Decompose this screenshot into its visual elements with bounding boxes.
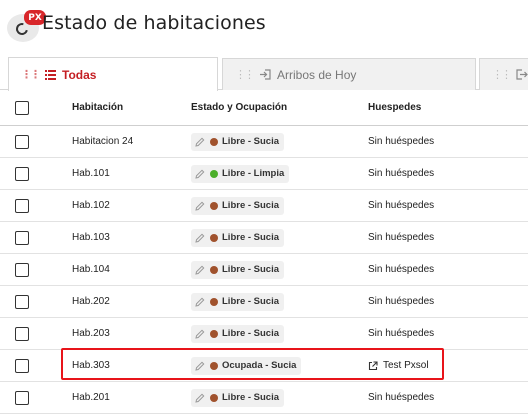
tab-checkout[interactable]: ⋮⋮ Ch <box>479 58 528 90</box>
table-row[interactable]: Habitacion 24 Libre - Sucia Sin huéspedes <box>0 126 528 158</box>
pencil-icon <box>195 329 205 339</box>
room-status-label: Libre - Sucia <box>222 200 280 211</box>
column-header-room[interactable]: Habitación <box>72 90 123 125</box>
room-name: Hab.201 <box>72 392 110 403</box>
table-header: Habitación Estado y Ocupación Huespedes <box>0 90 528 126</box>
pencil-icon <box>195 137 205 147</box>
pencil-icon <box>195 265 205 275</box>
room-status-label: Libre - Sucia <box>222 296 280 307</box>
table-row[interactable]: Hab.101 Libre - Limpia Sin huéspedes <box>0 158 528 190</box>
room-name: Hab.202 <box>72 296 110 307</box>
room-status-badge[interactable]: Libre - Sucia <box>191 132 285 151</box>
drag-handle-icon[interactable]: ⋮⋮ <box>21 68 41 81</box>
status-dot-icon <box>210 361 218 370</box>
room-status-badge[interactable]: Libre - Sucia <box>191 260 285 279</box>
guest-label: Sin huéspedes <box>368 136 435 147</box>
row-checkbox[interactable] <box>15 262 29 277</box>
room-status-badge[interactable]: Libre - Sucia <box>191 196 285 215</box>
guest-label: Sin huéspedes <box>368 200 435 211</box>
room-name: Hab.303 <box>72 360 110 371</box>
room-name: Hab.104 <box>72 264 110 275</box>
status-dot-icon <box>210 137 218 146</box>
room-name: Hab.102 <box>72 200 110 211</box>
page-title: Estado de habitaciones <box>42 12 266 34</box>
row-checkbox[interactable] <box>15 134 29 149</box>
row-checkbox[interactable] <box>15 166 29 181</box>
row-checkbox[interactable] <box>15 294 29 309</box>
table-row[interactable]: Hab.102 Libre - Sucia Sin huéspedes <box>0 190 528 222</box>
guest-label: Sin huéspedes <box>368 328 435 339</box>
table-row[interactable]: Hab.201 Libre - Sucia Sin huéspedes <box>0 382 528 414</box>
app-logo[interactable]: PX <box>7 10 46 42</box>
pencil-icon <box>195 297 205 307</box>
rooms-table: Habitación Estado y Ocupación Huespedes … <box>0 90 528 414</box>
drag-handle-icon[interactable]: ⋮⋮ <box>492 68 512 81</box>
status-dot-icon <box>210 201 218 210</box>
list-icon <box>45 69 56 80</box>
pencil-icon <box>195 361 205 371</box>
page-header: PX Estado de habitaciones <box>0 0 528 56</box>
status-dot-icon <box>210 265 218 274</box>
row-checkbox[interactable] <box>15 358 29 373</box>
room-name: Habitacion 24 <box>72 136 134 147</box>
guest-label: Sin huéspedes <box>368 296 435 307</box>
tab-arribos-de-hoy[interactable]: ⋮⋮ Arribos de Hoy <box>222 58 476 90</box>
room-status-label: Libre - Limpia <box>222 168 285 179</box>
room-status-label: Libre - Sucia <box>222 264 280 275</box>
column-header-state[interactable]: Estado y Ocupación <box>191 90 287 125</box>
pencil-icon <box>195 201 205 211</box>
room-status-label: Libre - Sucia <box>222 232 280 243</box>
row-checkbox[interactable] <box>15 326 29 341</box>
table-row[interactable]: Hab.104 Libre - Sucia Sin huéspedes <box>0 254 528 286</box>
tab-label: Arribos de Hoy <box>277 67 357 82</box>
pencil-icon <box>195 169 205 179</box>
room-status-label: Libre - Sucia <box>222 136 280 147</box>
sign-in-icon <box>259 69 271 80</box>
row-checkbox[interactable] <box>15 198 29 213</box>
table-row[interactable]: Hab.203 Libre - Sucia Sin huéspedes <box>0 318 528 350</box>
table-body: Habitacion 24 Libre - Sucia Sin huéspedes H… <box>0 126 528 414</box>
room-status-badge[interactable]: Libre - Sucia <box>191 228 285 247</box>
tab-bar: ⋮⋮ Todas ⋮⋮ Arribos de Hoy ⋮⋮ Ch <box>0 56 528 91</box>
status-dot-icon <box>210 233 218 242</box>
external-link-icon[interactable] <box>368 360 378 371</box>
select-all-checkbox[interactable] <box>15 100 29 115</box>
guest-label: Sin huéspedes <box>368 232 435 243</box>
pencil-icon <box>195 393 205 403</box>
pencil-icon <box>195 233 205 243</box>
guest-label: Sin huéspedes <box>368 264 435 275</box>
room-status-badge[interactable]: Libre - Limpia <box>191 164 290 183</box>
drag-handle-icon[interactable]: ⋮⋮ <box>235 68 255 81</box>
table-row[interactable]: Hab.103 Libre - Sucia Sin huéspedes <box>0 222 528 254</box>
tab-label: Todas <box>62 67 97 82</box>
tab-todas[interactable]: ⋮⋮ Todas <box>8 57 218 91</box>
guest-link[interactable]: Test Pxsol <box>383 360 429 371</box>
column-header-guests[interactable]: Huespedes <box>368 90 421 125</box>
room-status-label: Libre - Sucia <box>222 328 280 339</box>
status-dot-icon <box>210 297 218 306</box>
guest-label: Sin huéspedes <box>368 168 435 179</box>
room-name: Hab.101 <box>72 168 110 179</box>
status-dot-icon <box>210 169 218 178</box>
room-status-badge[interactable]: Libre - Sucia <box>191 324 285 343</box>
status-dot-icon <box>210 329 218 338</box>
room-name: Hab.103 <box>72 232 110 243</box>
room-status-label: Libre - Sucia <box>222 392 280 403</box>
sign-out-icon <box>516 69 528 80</box>
room-name: Hab.203 <box>72 328 110 339</box>
room-status-badge[interactable]: Libre - Sucia <box>191 292 285 311</box>
room-status-badge[interactable]: Libre - Sucia <box>191 388 285 407</box>
row-checkbox[interactable] <box>15 390 29 405</box>
table-row[interactable]: Hab.303 Ocupada - Sucia Test Pxsol <box>0 350 528 382</box>
room-status-badge[interactable]: Ocupada - Sucia <box>191 356 302 375</box>
status-dot-icon <box>210 393 218 402</box>
table-row[interactable]: Hab.202 Libre - Sucia Sin huéspedes <box>0 286 528 318</box>
guest-label: Sin huéspedes <box>368 392 435 403</box>
row-checkbox[interactable] <box>15 230 29 245</box>
room-status-label: Ocupada - Sucia <box>222 360 297 371</box>
